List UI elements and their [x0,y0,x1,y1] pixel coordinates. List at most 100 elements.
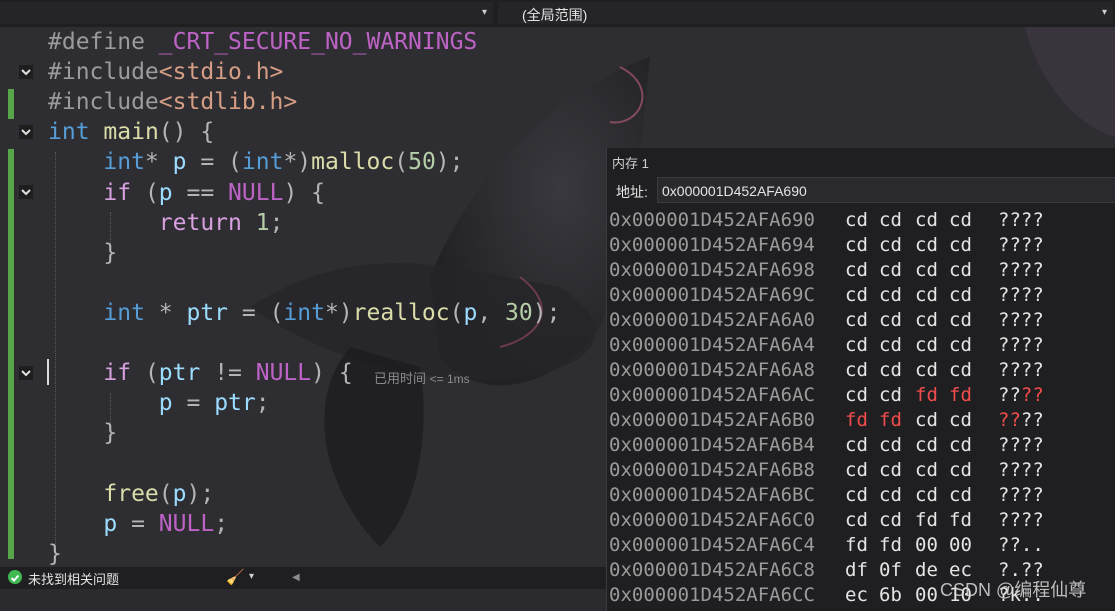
memory-byte[interactable]: 00 [915,533,938,558]
memory-row[interactable]: 0x000001D452AFA6B4 cd cd cd cd???? [609,433,1044,458]
memory-byte[interactable]: fd [879,408,902,433]
code-line[interactable]: } [48,539,62,567]
memory-row[interactable]: 0x000001D452AFA694 cd cd cd cd???? [609,233,1044,258]
issues-status-text[interactable]: 未找到相关问题 [28,569,119,588]
memory-row[interactable]: 0x000001D452AFA6A4 cd cd cd cd???? [609,333,1044,358]
horizontal-scrollbar[interactable] [0,589,606,611]
memory-byte[interactable]: cd [845,283,868,308]
memory-byte[interactable]: fd [845,533,868,558]
memory-row[interactable]: 0x000001D452AFA690 cd cd cd cd???? [609,208,1044,233]
code-line[interactable]: } [48,238,117,268]
memory-row[interactable]: 0x000001D452AFA6C8 df 0f de ec?.?? [609,558,1044,583]
memory-byte[interactable]: cd [879,483,902,508]
memory-byte[interactable]: fd [949,508,972,533]
memory-row[interactable]: 0x000001D452AFA6B8 cd cd cd cd???? [609,458,1044,483]
memory-byte[interactable]: cd [879,508,902,533]
memory-byte[interactable]: cd [845,383,868,408]
memory-row[interactable]: 0x000001D452AFA6B0 fd fd cd cd???? [609,408,1044,433]
code-line[interactable]: free(p); [48,479,214,509]
memory-byte[interactable]: cd [845,208,868,233]
memory-byte[interactable]: cd [915,433,938,458]
memory-byte[interactable]: cd [845,258,868,283]
memory-byte[interactable]: 00 [949,533,972,558]
code-line[interactable]: int * ptr = (int*)realloc(p, 30); [48,298,560,328]
memory-byte[interactable]: cd [879,358,902,383]
fold-toggle-icon[interactable] [18,124,34,140]
memory-byte[interactable]: cd [845,508,868,533]
memory-byte[interactable]: cd [879,233,902,258]
perf-tip[interactable]: 已用时间 <= 1ms [374,368,470,387]
memory-row[interactable]: 0x000001D452AFA698 cd cd cd cd???? [609,258,1044,283]
memory-row[interactable]: 0x000001D452AFA6C0 cd cd fd fd???? [609,508,1044,533]
memory-byte[interactable]: fd [845,408,868,433]
memory-byte[interactable]: cd [879,258,902,283]
code-line[interactable]: #include<stdlib.h> [48,87,297,117]
code-line[interactable]: } [48,418,117,448]
fold-toggle-icon[interactable] [18,64,34,80]
code-line[interactable]: int* p = (int*)malloc(50); [48,147,463,177]
memory-byte[interactable]: cd [879,458,902,483]
memory-row[interactable]: 0x000001D452AFA6CC ec 6b 00 10 ?k.. [609,583,1044,608]
code-line[interactable]: return 1; [48,208,284,238]
code-line[interactable]: if (ptr != NULL) { [48,358,352,388]
code-line[interactable]: if (p == NULL) { [48,178,325,208]
memory-row[interactable]: 0x000001D452AFA6C4 fd fd 00 00??.. [609,533,1044,558]
member-scope-dropdown[interactable]: ▾ [0,2,493,24]
memory-byte[interactable]: 0f [879,558,902,583]
fold-toggle-icon[interactable] [18,365,34,381]
memory-byte[interactable]: de [915,558,938,583]
memory-byte[interactable]: cd [915,208,938,233]
code-line[interactable]: p = NULL; [48,509,228,539]
memory-byte[interactable]: fd [915,383,938,408]
memory-byte[interactable]: cd [915,483,938,508]
memory-byte[interactable]: cd [845,333,868,358]
memory-byte[interactable]: cd [879,383,902,408]
memory-byte[interactable]: cd [879,333,902,358]
memory-byte[interactable]: cd [949,308,972,333]
memory-byte[interactable]: cd [879,208,902,233]
brush-icon[interactable]: 🧹 [226,568,245,586]
memory-byte[interactable]: cd [949,233,972,258]
memory-byte[interactable]: cd [949,208,972,233]
code-line[interactable]: #define _CRT_SECURE_NO_WARNINGS [48,27,477,57]
memory-byte[interactable]: cd [845,483,868,508]
memory-byte[interactable]: cd [915,308,938,333]
address-input[interactable]: 0x000001D452AFA690 [657,177,1115,203]
memory-byte[interactable]: cd [949,258,972,283]
memory-byte[interactable]: df [845,558,868,583]
code-line[interactable]: p = ptr; [48,388,270,418]
memory-byte[interactable]: cd [879,308,902,333]
memory-row[interactable]: 0x000001D452AFA6BC cd cd cd cd???? [609,483,1044,508]
memory-byte[interactable]: cd [879,283,902,308]
memory-byte[interactable]: cd [915,233,938,258]
memory-byte[interactable]: 00 [915,583,938,608]
memory-byte[interactable]: cd [845,233,868,258]
memory-byte[interactable]: cd [915,458,938,483]
memory-byte[interactable]: cd [949,283,972,308]
memory-byte[interactable]: cd [879,433,902,458]
memory-byte[interactable]: cd [915,283,938,308]
memory-byte[interactable]: cd [949,483,972,508]
memory-byte[interactable]: cd [915,258,938,283]
memory-byte[interactable]: cd [915,358,938,383]
memory-row[interactable]: 0x000001D452AFA69C cd cd cd cd???? [609,283,1044,308]
memory-byte[interactable]: cd [949,408,972,433]
memory-byte[interactable]: cd [845,308,868,333]
memory-row[interactable]: 0x000001D452AFA6A0 cd cd cd cd???? [609,308,1044,333]
code-line[interactable]: #include<stdio.h> [48,57,283,87]
memory-byte[interactable]: cd [915,333,938,358]
fold-toggle-icon[interactable] [18,184,34,200]
memory-byte[interactable]: 6b [879,583,902,608]
memory-byte[interactable]: cd [949,458,972,483]
code-line[interactable]: int main() { [48,117,214,147]
memory-byte[interactable]: cd [915,408,938,433]
memory-window[interactable]: 内存 1 地址: 0x000001D452AFA690 0x000001D452… [606,148,1115,611]
memory-byte[interactable]: cd [845,458,868,483]
memory-byte[interactable]: fd [879,533,902,558]
memory-byte[interactable]: cd [949,433,972,458]
memory-byte[interactable]: fd [915,508,938,533]
memory-byte[interactable]: cd [949,358,972,383]
memory-row[interactable]: 0x000001D452AFA6A8 cd cd cd cd???? [609,358,1044,383]
memory-byte[interactable]: cd [845,433,868,458]
memory-row[interactable]: 0x000001D452AFA6AC cd cd fd fd???? [609,383,1044,408]
